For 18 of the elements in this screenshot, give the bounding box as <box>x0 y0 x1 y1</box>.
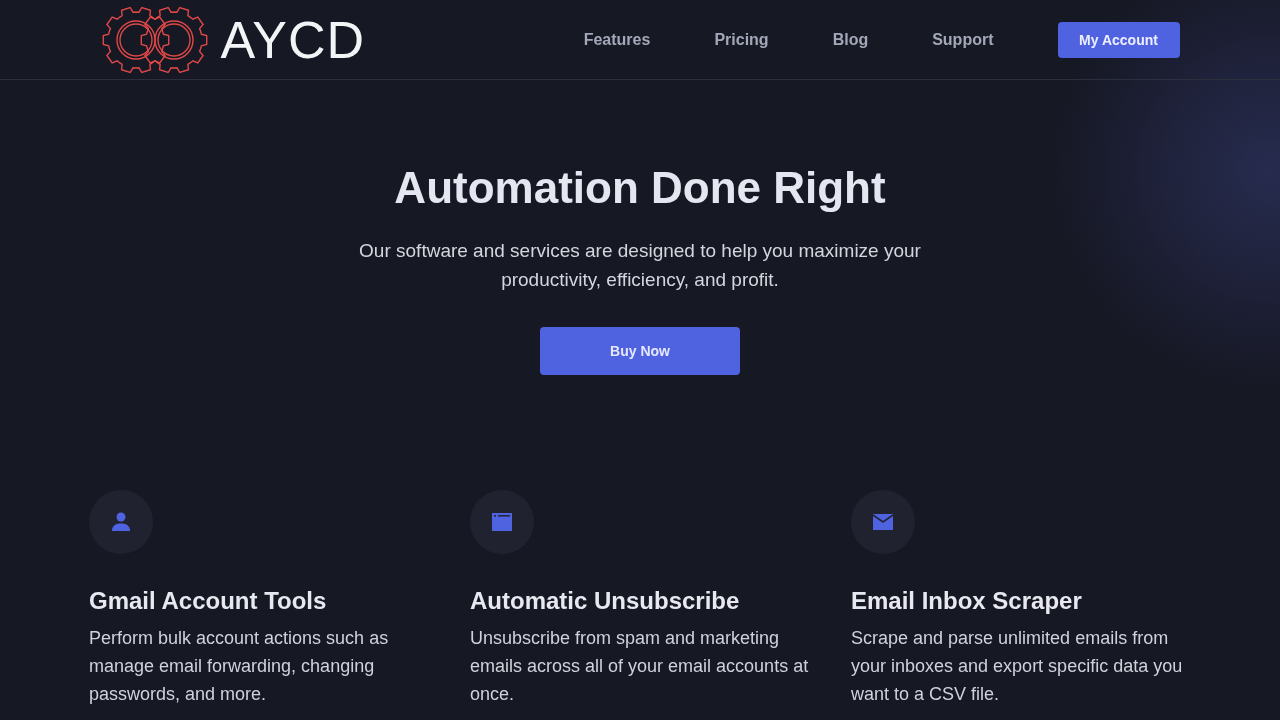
brand-name: AYCD <box>220 13 366 66</box>
nav-link[interactable]: Pricing <box>714 30 769 49</box>
user-icon <box>109 510 133 534</box>
buy-now-button[interactable]: Buy Now <box>540 327 740 375</box>
nav-link[interactable]: Features <box>583 30 651 49</box>
feature-title: Gmail Account Tools <box>89 586 328 616</box>
feature-title: Email Inbox Scraper <box>851 586 1083 616</box>
gears-logo-icon <box>100 4 209 75</box>
nav-link[interactable]: Support <box>932 30 994 49</box>
feature-description: Unsubscribe from spam and marketing emails across all of your email accounts at once. <box>470 627 810 706</box>
feature-description: Perform bulk account actions such as manage email forwarding, changing passwords, and more. <box>89 627 390 706</box>
hero-title: Automation Done Right <box>394 162 886 214</box>
window-icon <box>490 510 514 534</box>
hero-subtitle: Our software and services are designed to help you maximize your productivity, efficiency, and profit. <box>358 239 922 292</box>
nav-link[interactable]: Blog <box>832 30 869 49</box>
my-account-button[interactable]: My Account <box>1057 21 1180 58</box>
feature-description: Scrape and parse unlimited emails from your inboxes and export specific data you want to a CSV file. <box>851 627 1184 706</box>
feature-title: Automatic Unsubscribe <box>470 586 741 616</box>
